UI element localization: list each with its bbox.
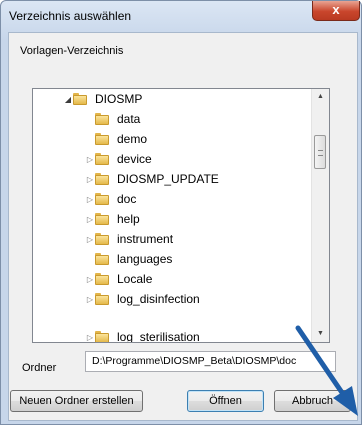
tree-item-diosmp[interactable]: ◢ DIOSMP — [63, 89, 142, 109]
chevron-down-icon[interactable]: ◢ — [63, 95, 73, 104]
tree-item-doc[interactable]: ▷ doc — [85, 189, 136, 209]
folder-tree-items: ◢ DIOSMP data demo ▷ device ▷ DIOSMP_UPD… — [33, 89, 312, 342]
window-title: Verzeichnis auswählen — [9, 9, 132, 23]
tree-item-help[interactable]: ▷ help — [85, 209, 140, 229]
dialog-heading: Vorlagen-Verzeichnis — [20, 45, 124, 57]
tree-item-label: log_sterilisation — [117, 330, 200, 342]
tree-item-locale[interactable]: ▷ Locale — [85, 269, 152, 289]
tree-item-label: help — [117, 212, 140, 226]
tree-item-label: languages — [117, 252, 173, 266]
tree-item-diosmp-update[interactable]: ▷ DIOSMP_UPDATE — [85, 169, 219, 189]
tree-item-log-sterilisation[interactable]: ▷ log_sterilisation — [85, 327, 200, 342]
folder-icon — [95, 213, 109, 225]
tree-item-label: demo — [117, 132, 148, 146]
folder-icon — [95, 273, 109, 285]
folder-icon — [95, 331, 109, 342]
tree-item-log-disinfection[interactable]: ▷ log_disinfection — [85, 289, 200, 309]
folder-icon — [95, 153, 109, 165]
folder-icon — [95, 133, 109, 145]
cancel-button[interactable]: Abbruch — [274, 390, 351, 412]
open-button[interactable]: Öffnen — [187, 390, 264, 412]
folder-icon — [73, 93, 87, 105]
folder-tree[interactable]: ◢ DIOSMP data demo ▷ device ▷ DIOSMP_UPD… — [32, 88, 330, 343]
tree-item-languages[interactable]: languages — [85, 249, 172, 269]
chevron-right-icon[interactable]: ▷ — [85, 155, 95, 164]
folder-field-label: Ordner — [22, 362, 57, 374]
folder-icon — [95, 173, 109, 185]
tree-item-label: DIOSMP_UPDATE — [117, 172, 219, 186]
folder-icon — [95, 293, 109, 305]
chevron-right-icon[interactable]: ▷ — [85, 295, 95, 304]
new-folder-button[interactable]: Neuen Ordner erstellen — [10, 390, 143, 412]
grip-icon — [318, 150, 323, 156]
chevron-right-icon[interactable]: ▷ — [85, 275, 95, 284]
tree-item-data[interactable]: data — [85, 109, 140, 129]
dialog-window: Verzeichnis auswählen x Vorlagen-Verzeic… — [0, 0, 362, 425]
chevron-right-icon[interactable]: ▷ — [85, 235, 95, 244]
folder-icon — [95, 253, 109, 265]
scroll-up-arrow-icon[interactable]: ▲ — [313, 89, 328, 105]
folder-icon — [95, 113, 109, 125]
vertical-scrollbar[interactable]: ▲ ▼ — [311, 89, 329, 342]
tree-item-demo[interactable]: demo — [85, 129, 147, 149]
close-button[interactable]: x — [312, 1, 360, 21]
tree-item-label: doc — [117, 192, 137, 206]
tree-item-label: log_disinfection — [117, 292, 200, 306]
scroll-down-arrow-icon[interactable]: ▼ — [313, 326, 328, 342]
chevron-right-icon[interactable]: ▷ — [85, 195, 95, 204]
chevron-right-icon[interactable]: ▷ — [85, 215, 95, 224]
folder-path-input[interactable]: D:\Programme\DIOSMP_Beta\DIOSMP\doc — [85, 351, 336, 372]
tree-item-label: instrument — [117, 232, 174, 246]
tree-item-label: data — [117, 112, 141, 126]
tree-item-label: DIOSMP — [95, 92, 143, 106]
dialog-client-area: Vorlagen-Verzeichnis ◢ DIOSMP data demo — [8, 32, 358, 421]
chevron-right-icon[interactable]: ▷ — [85, 175, 95, 184]
tree-item-instrument[interactable]: ▷ instrument — [85, 229, 173, 249]
scrollbar-thumb[interactable] — [314, 135, 326, 169]
chevron-right-icon[interactable]: ▷ — [85, 333, 95, 342]
tree-item-label: Locale — [117, 272, 153, 286]
folder-icon — [95, 193, 109, 205]
tree-item-label: device — [117, 152, 152, 166]
folder-icon — [95, 233, 109, 245]
tree-item-device[interactable]: ▷ device — [85, 149, 152, 169]
